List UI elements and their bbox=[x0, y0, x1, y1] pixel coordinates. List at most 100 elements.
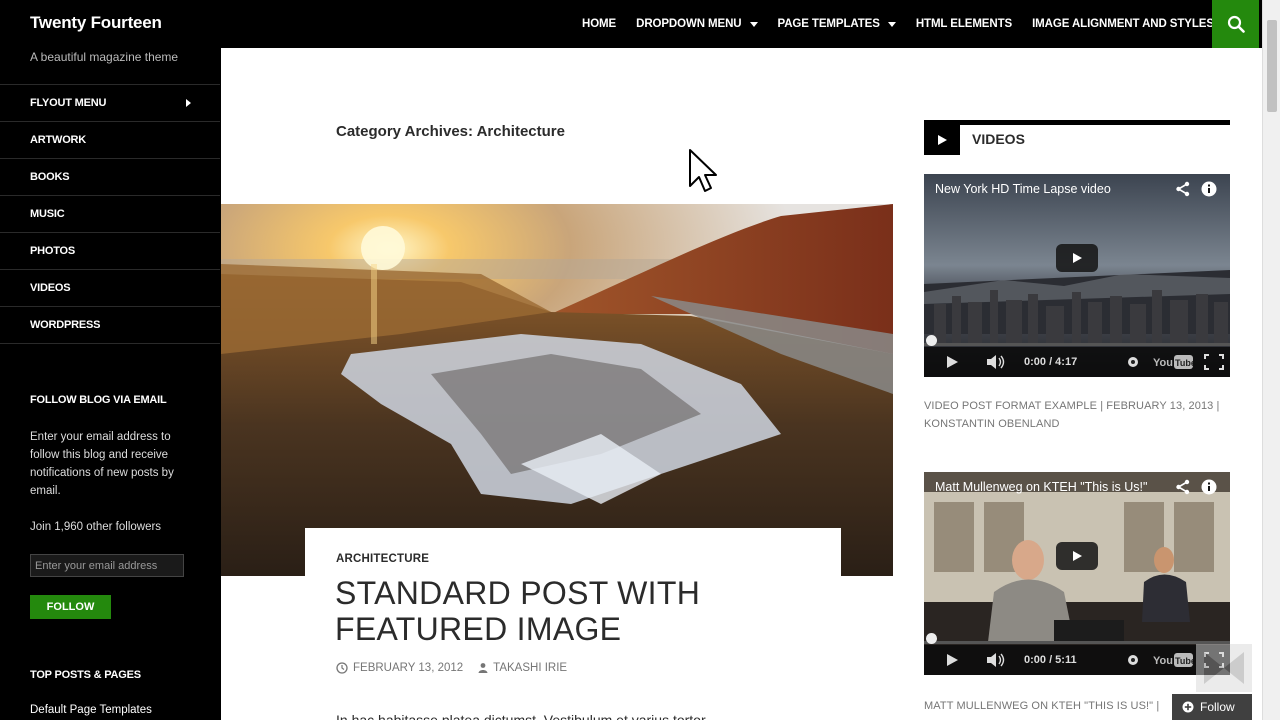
plus-icon bbox=[1182, 701, 1194, 713]
video-controls: 0:00 / 4:17 YouTube bbox=[924, 335, 1230, 377]
video-time: 0:00 / 5:11 bbox=[1024, 654, 1077, 666]
follow-widget-title: FOLLOW BLOG VIA EMAIL bbox=[30, 394, 167, 406]
left-sidebar: A beautiful magazine theme FLYOUT MENU A… bbox=[0, 48, 221, 720]
video-title[interactable]: New York HD Time Lapse video bbox=[935, 182, 1165, 196]
videos-widget: VIDEOS New York HD Time Lapse video 0:00… bbox=[924, 120, 1230, 712]
fullscreen-icon[interactable] bbox=[1204, 354, 1224, 370]
nav-item-dropdown-menu[interactable]: DROPDOWN MENU bbox=[626, 0, 767, 48]
svg-text:Tube: Tube bbox=[1175, 358, 1193, 368]
video-meta[interactable]: VIDEO POST FORMAT EXAMPLE | FEBRUARY 13,… bbox=[924, 397, 1230, 433]
play-button[interactable] bbox=[1056, 244, 1098, 272]
settings-icon[interactable] bbox=[1127, 356, 1139, 368]
sidebar-item-books[interactable]: BOOKS bbox=[0, 159, 220, 196]
main-content: Category Archives: Architecture ARCHITEC… bbox=[221, 48, 1262, 720]
sidebar-item-label: FLYOUT MENU bbox=[30, 97, 107, 109]
mouse-cursor-icon bbox=[689, 149, 717, 192]
search-button[interactable] bbox=[1212, 0, 1259, 48]
sidebar-item-label: WORDPRESS bbox=[30, 319, 101, 331]
follower-count: Join 1,960 other followers bbox=[30, 521, 162, 533]
progress-knob[interactable] bbox=[926, 633, 937, 644]
scrollbar-thumb[interactable] bbox=[1267, 20, 1277, 112]
nav-item-html-elements[interactable]: HTML ELEMENTS bbox=[906, 0, 1022, 48]
sidebar-item-flyout-menu[interactable]: FLYOUT MENU bbox=[0, 85, 220, 122]
nav-item-home[interactable]: HOME bbox=[572, 0, 626, 48]
site-header: Twenty Fourteen HOME DROPDOWN MENU PAGE … bbox=[0, 0, 1262, 48]
post-author[interactable]: TAKASHI IRIE bbox=[493, 662, 567, 674]
primary-nav: HOME DROPDOWN MENU PAGE TEMPLATES HTML E… bbox=[572, 0, 1224, 48]
widget-header: VIDEOS bbox=[924, 120, 1230, 155]
video-title[interactable]: Matt Mullenweg on KTEH "This is Us!" bbox=[935, 480, 1165, 494]
youtube-icon[interactable]: YouTube bbox=[1153, 653, 1193, 667]
video-controls: 0:00 / 5:11 YouTube bbox=[924, 633, 1230, 675]
follow-float-button[interactable]: Follow bbox=[1172, 694, 1252, 720]
site-title[interactable]: Twenty Fourteen bbox=[30, 13, 162, 33]
sidebar-item-label: VIDEOS bbox=[30, 282, 71, 294]
sidebar-item-photos[interactable]: PHOTOS bbox=[0, 233, 220, 270]
site-tagline: A beautiful magazine theme bbox=[30, 50, 179, 64]
youtube-icon[interactable]: YouTube bbox=[1153, 355, 1193, 369]
caret-down-icon bbox=[887, 21, 896, 27]
post-meta: FEBRUARY 13, 2012 TAKASHI IRIE bbox=[336, 662, 567, 674]
post-excerpt: In hac habitasse platea dictumst. Vestib… bbox=[336, 712, 706, 720]
follow-float-label: Follow bbox=[1200, 700, 1235, 714]
progress-bar[interactable] bbox=[924, 335, 1230, 346]
nav-item-label: HTML ELEMENTS bbox=[915, 18, 1013, 30]
sidebar-item-music[interactable]: MUSIC bbox=[0, 196, 220, 233]
sidebar-item-label: MUSIC bbox=[30, 208, 65, 220]
nav-item-label: IMAGE ALIGNMENT AND STYLES bbox=[1032, 18, 1214, 30]
video-player[interactable]: Matt Mullenweg on KTEH "This is Us!" 0:0… bbox=[924, 472, 1230, 675]
sidebar-item-label: ARTWORK bbox=[30, 134, 87, 146]
play-icon[interactable] bbox=[945, 653, 959, 667]
video-format-icon bbox=[924, 125, 960, 155]
svg-text:You: You bbox=[1153, 655, 1173, 667]
settings-icon[interactable] bbox=[1127, 654, 1139, 666]
progress-knob[interactable] bbox=[926, 335, 937, 346]
caret-down-icon bbox=[749, 21, 758, 27]
secondary-menu: FLYOUT MENU ARTWORK BOOKS MUSIC PHOTOS V… bbox=[0, 84, 220, 344]
search-icon bbox=[1227, 15, 1245, 33]
scrollbar[interactable] bbox=[1262, 0, 1280, 720]
follow-widget-description: Enter your email address to follow this … bbox=[30, 431, 174, 497]
email-field[interactable] bbox=[30, 554, 184, 577]
nav-item-label: DROPDOWN MENU bbox=[636, 18, 742, 30]
info-icon[interactable] bbox=[1201, 181, 1217, 197]
sidebar-item-wordpress[interactable]: WORDPRESS bbox=[0, 307, 220, 344]
play-icon bbox=[1073, 253, 1082, 263]
play-icon bbox=[1073, 551, 1082, 561]
share-icon[interactable] bbox=[1175, 479, 1191, 495]
video-time: 0:00 / 4:17 bbox=[1024, 356, 1078, 368]
sidebar-item-videos[interactable]: VIDEOS bbox=[0, 270, 220, 307]
nav-item-label: HOME bbox=[582, 18, 617, 30]
post-date[interactable]: FEBRUARY 13, 2012 bbox=[353, 662, 463, 674]
page: Twenty Fourteen HOME DROPDOWN MENU PAGE … bbox=[0, 0, 1280, 720]
play-button[interactable] bbox=[1056, 542, 1098, 570]
clock-icon bbox=[336, 662, 348, 674]
sidebar-item-artwork[interactable]: ARTWORK bbox=[0, 122, 220, 159]
sidebar-item-label: BOOKS bbox=[30, 171, 70, 183]
info-icon[interactable] bbox=[1201, 479, 1217, 495]
share-icon[interactable] bbox=[1175, 181, 1191, 197]
nav-item-image-alignment[interactable]: IMAGE ALIGNMENT AND STYLES bbox=[1022, 0, 1224, 48]
post-header: ARCHITECTURE STANDARD POST WITH FEATURED… bbox=[305, 528, 841, 720]
top-post-link[interactable]: Default Page Templates bbox=[30, 704, 152, 716]
volume-icon[interactable] bbox=[986, 653, 1006, 667]
landscape-image bbox=[221, 204, 893, 576]
follow-button[interactable]: FOLLOW bbox=[30, 595, 111, 619]
featured-image[interactable] bbox=[221, 204, 893, 576]
progress-bar[interactable] bbox=[924, 633, 1230, 644]
play-icon[interactable] bbox=[945, 355, 959, 369]
volume-icon[interactable] bbox=[986, 355, 1006, 369]
chevron-right-icon bbox=[186, 99, 191, 107]
user-icon bbox=[478, 663, 488, 673]
sidebar-item-label: PHOTOS bbox=[30, 245, 76, 257]
svg-text:Tube: Tube bbox=[1175, 656, 1193, 666]
nav-item-page-templates[interactable]: PAGE TEMPLATES bbox=[768, 0, 906, 48]
svg-text:You: You bbox=[1153, 357, 1173, 369]
watermark-logo bbox=[1196, 644, 1252, 692]
nav-item-label: PAGE TEMPLATES bbox=[777, 18, 880, 30]
top-posts-title: TOP POSTS & PAGES bbox=[30, 669, 141, 681]
widget-title: VIDEOS bbox=[972, 131, 1025, 147]
post-title[interactable]: STANDARD POST WITH FEATURED IMAGE bbox=[335, 575, 815, 647]
post-category-link[interactable]: ARCHITECTURE bbox=[336, 553, 429, 565]
video-player[interactable]: New York HD Time Lapse video 0:00 / 4:17 bbox=[924, 174, 1230, 377]
